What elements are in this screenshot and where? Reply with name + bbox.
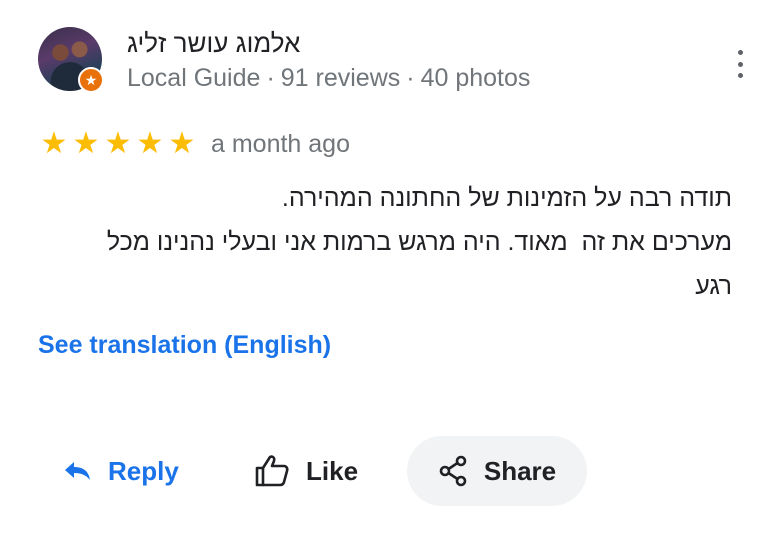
- star-icon: ★: [40, 127, 68, 160]
- like-button[interactable]: Like: [254, 436, 358, 506]
- more-vert-icon[interactable]: [728, 50, 752, 78]
- photos-count: 40 photos: [420, 64, 531, 92]
- reviews-count: 91 reviews: [280, 64, 401, 92]
- review-line: תודה רבה על הזמינות של החתונה המהירה.: [281, 184, 732, 212]
- reviewer-meta: Local Guide · 91 reviews · 40 photos: [127, 64, 530, 93]
- reply-button[interactable]: Reply: [62, 436, 179, 506]
- review-text: תודה רבה על הזמינות של החתונה המהירה. מע…: [30, 176, 732, 308]
- thumb-up-icon: [255, 455, 289, 487]
- avatar[interactable]: ★: [38, 27, 104, 93]
- share-label: Share: [483, 455, 557, 486]
- share-button[interactable]: Share: [407, 436, 587, 506]
- reply-label: Reply: [108, 455, 179, 486]
- separator: ·: [406, 64, 415, 92]
- see-translation-link[interactable]: See translation (English): [38, 331, 331, 360]
- star-icon: ★: [72, 127, 100, 160]
- local-guide-badge-icon: ★: [78, 67, 104, 93]
- review-line: מערכים את זה מאוד. היה מרגש ברמות אני וב…: [106, 228, 732, 256]
- star-icon: ★: [136, 127, 164, 160]
- reviewer-name[interactable]: אלמוג עושר זליג: [127, 28, 300, 59]
- star-icon: ★: [168, 127, 196, 160]
- like-label: Like: [306, 455, 359, 486]
- review-time: a month ago: [211, 130, 350, 158]
- share-icon: [439, 455, 467, 487]
- reply-icon: [65, 462, 90, 480]
- separator: ·: [266, 64, 275, 92]
- review-line: רגע: [695, 272, 732, 300]
- star-rating: ★ ★ ★ ★ ★: [38, 128, 198, 160]
- star-icon: ★: [104, 127, 132, 160]
- local-guide-label: Local Guide: [127, 64, 261, 92]
